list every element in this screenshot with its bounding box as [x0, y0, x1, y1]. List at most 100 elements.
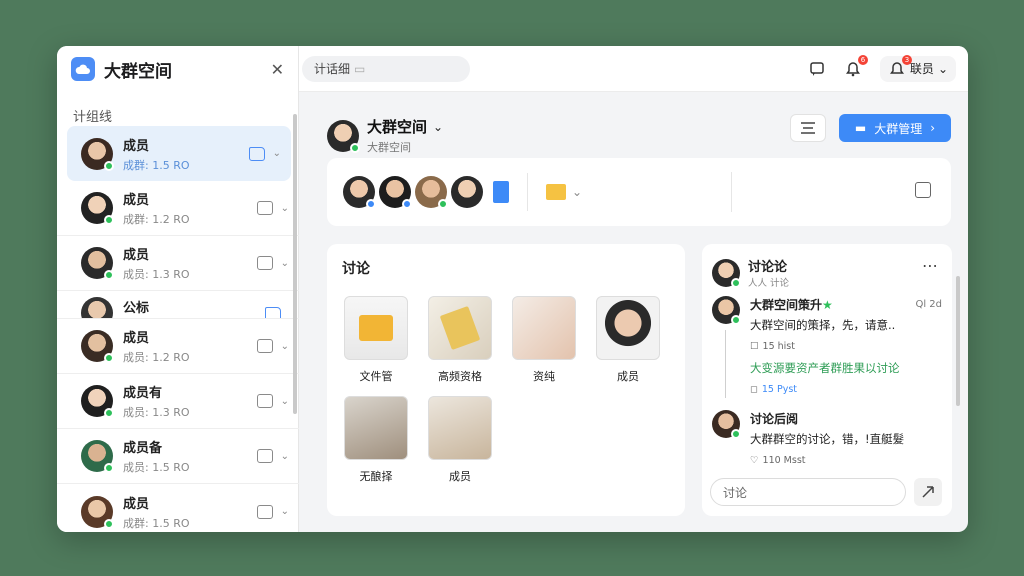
avatar [712, 258, 741, 288]
manage-label: 大群管理 [874, 121, 923, 136]
member-name: 成员 [123, 331, 150, 346]
channel-header: 大群空间 ⌄ 大群空间 [327, 116, 443, 155]
cloud-logo-icon [71, 57, 95, 81]
tile-label: 成员 [449, 470, 471, 483]
avatar-stack[interactable] [343, 176, 483, 209]
comment-icon: ☐ [750, 341, 759, 352]
chat-icon[interactable] [256, 256, 273, 270]
avatar [415, 176, 448, 209]
thread-title: 讨论论 [748, 260, 788, 275]
member-sub: 成群: 1.5 RO [123, 516, 190, 530]
search-text: 计话细 [314, 62, 351, 76]
tile-item[interactable]: 成员 [428, 396, 492, 484]
avatar [379, 176, 412, 209]
tile-label: 高频资格 [438, 370, 482, 383]
comment-input[interactable]: 讨论 [710, 478, 906, 506]
member-sub: 成员: 1.3 RO [123, 268, 190, 281]
document-icon[interactable] [493, 181, 509, 203]
member-item[interactable]: 公标 [57, 291, 299, 319]
message-icon[interactable] [808, 60, 826, 78]
folder-icon[interactable] [546, 184, 566, 200]
thread-post[interactable]: 大群空间策升 ★ Ql 2d 大群空间的策择，先，请意.. ☐ 15 hist [712, 296, 942, 352]
star-icon: ★ [822, 297, 833, 312]
chevron-down-icon[interactable]: ⌄ [281, 203, 289, 214]
member-item[interactable]: 成员有 成员: 1.3 RO ⌄ [57, 374, 299, 429]
user-menu[interactable]: 3 联员 ⌄ [879, 54, 956, 82]
notification-badge: 6 [857, 54, 868, 65]
chat-icon[interactable] [256, 504, 273, 519]
avatar [327, 119, 360, 153]
member-item[interactable]: 成员 成员: 1.2 RO ⌄ [57, 319, 299, 374]
chevron-down-icon[interactable]: ⌄ [281, 258, 289, 269]
member-item[interactable]: 成员 成群: 1.2 RO ⌄ [57, 181, 299, 236]
members-card: ⌄ [327, 158, 951, 226]
member-item[interactable]: 成员成群: 1.5 RO ⌄ [57, 484, 299, 532]
chat-icon[interactable] [256, 449, 273, 463]
avatar [81, 137, 114, 171]
member-name: 公标 [123, 301, 150, 316]
sidebar-header: 大群空间 ✕ [57, 46, 298, 92]
cursor-icon: ▭ [354, 61, 366, 76]
bell-icon[interactable]: 6 [844, 54, 868, 78]
alert-badge: 3 [901, 54, 912, 65]
chevron-down-icon[interactable]: ⌄ [433, 120, 443, 134]
chevron-down-icon[interactable]: ⌄ [273, 148, 281, 159]
chevron-down-icon[interactable]: ⌄ [281, 396, 289, 407]
edit-icon[interactable] [256, 201, 273, 215]
channel-title: 大群空间 [367, 118, 428, 136]
folder-icon[interactable] [265, 307, 281, 318]
post-author: 讨论后阅 [750, 412, 799, 426]
divider [527, 173, 528, 211]
member-name: 成员有 [123, 386, 163, 401]
member-name: 成员 [123, 193, 150, 208]
tile-item[interactable]: 成员 [596, 296, 660, 384]
user-label: 联员 [909, 62, 934, 76]
group-icon: ▬ [854, 121, 867, 135]
chevron-down-icon[interactable]: ⌄ [281, 341, 289, 352]
thread-subtitle: 人人 计论 [748, 278, 790, 289]
post-text: 大变源要资产者群胜果以讨论 [750, 361, 900, 375]
avatar [81, 192, 114, 225]
avatar [81, 385, 114, 418]
tile-item[interactable]: 无酿择 [344, 396, 408, 484]
tile-item[interactable]: 资纯 [512, 296, 576, 384]
app-window: 大群空间 ✕ 计组线 成员 成群: 1.5 RO ⌄ 成员 成群: 1.2 RO ⌄… [57, 46, 968, 532]
chevron-down-icon[interactable]: ⌄ [572, 185, 582, 199]
member-item[interactable]: 成员 成员: 1.3 RO ⌄ [57, 236, 299, 291]
edit-icon[interactable] [256, 339, 273, 353]
tile-label: 文件管 [359, 370, 393, 383]
tile-label: 成员 [617, 370, 639, 383]
close-icon[interactable]: ✕ [271, 60, 284, 79]
bell-icon: 3 [888, 54, 912, 78]
thread-scrollbar[interactable] [956, 276, 960, 406]
member-name: 成员 [123, 138, 150, 154]
member-sub: 成群: 1.5 RO [123, 158, 190, 172]
more-icon[interactable]: ⋯ [922, 256, 938, 275]
chat-icon[interactable] [256, 394, 273, 408]
manage-group-button[interactable]: ▬ 大群管理 › [839, 114, 951, 142]
search-input[interactable]: 计话细 ▭ [302, 55, 470, 82]
comment-placeholder: 讨论 [723, 485, 748, 500]
tile-item[interactable]: 文件管 [344, 296, 408, 384]
discussion-card: 讨论 文件管 高频资格 资纯 成员 无酿择 成员 [327, 244, 685, 516]
office-image [428, 396, 492, 460]
sidebar: 大群空间 ✕ 计组线 成员 成群: 1.5 RO ⌄ 成员 成群: 1.2 RO ⌄… [57, 46, 299, 532]
thread-post[interactable]: 讨论后阅 大群群空的讨论，错，!直艇髮 ♡ 110 Msst [712, 410, 942, 466]
thread-reply[interactable]: 大变源要资产者群胜果以讨论 ◻ 15 Pyst [750, 360, 944, 395]
avatar [81, 440, 114, 473]
avatar [81, 330, 114, 363]
share-icon[interactable] [915, 182, 931, 198]
member-item[interactable]: 成员成群: 1.5 RO ⌄ [67, 126, 291, 181]
folder-icon[interactable] [248, 146, 265, 161]
post-meta: ☐ 15 hist [750, 341, 795, 352]
chevron-down-icon[interactable]: ⌄ [281, 451, 289, 462]
member-item[interactable]: 成员备 成员: 1.5 RO ⌄ [57, 429, 299, 484]
sidebar-scrollbar[interactable] [293, 114, 297, 414]
envelope-image [428, 296, 492, 360]
send-button[interactable] [914, 478, 942, 506]
member-name: 成员 [123, 496, 150, 512]
member-sub: 成员: 1.5 RO [123, 461, 190, 474]
filter-button[interactable] [790, 114, 826, 142]
tile-item[interactable]: 高频资格 [428, 296, 492, 384]
chevron-down-icon[interactable]: ⌄ [281, 506, 289, 517]
